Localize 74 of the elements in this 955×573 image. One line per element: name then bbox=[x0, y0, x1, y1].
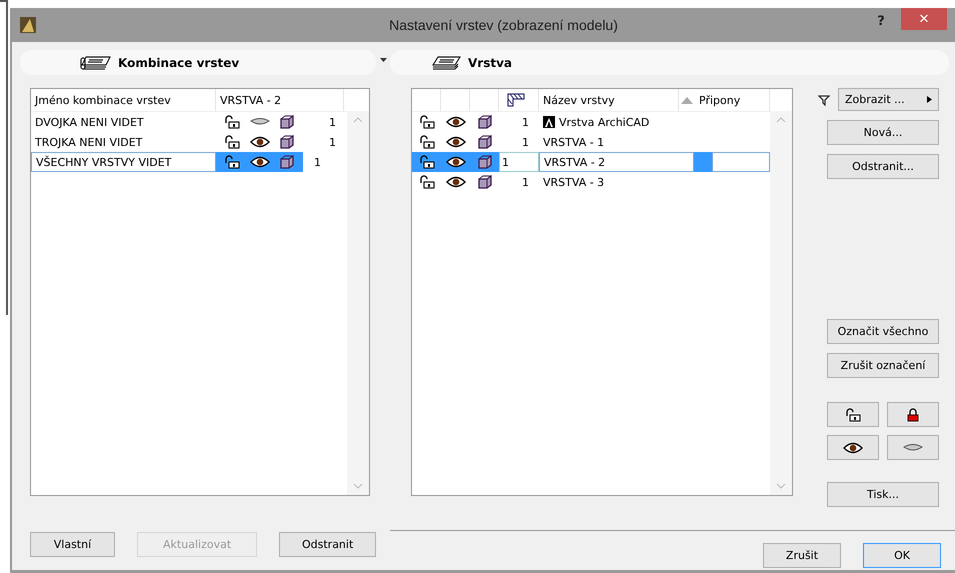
combination-name: TROJKA NENI VIDET bbox=[34, 134, 144, 150]
layer-name: Vrstva ArchiCAD bbox=[559, 116, 650, 128]
window-title: Nastavení vrstev (zobrazení modelu) bbox=[388, 17, 619, 33]
combination-name: VŠECHNY VRSTVY VIDET bbox=[31, 152, 216, 172]
pen-number: 1 bbox=[521, 134, 530, 150]
panel-title: Vrstva bbox=[468, 56, 512, 70]
unlocked-padlock-icon[interactable] bbox=[418, 155, 434, 169]
pen-number: 1 bbox=[329, 116, 337, 128]
pen-number: 1 bbox=[314, 156, 322, 168]
eye-icon[interactable] bbox=[250, 156, 270, 168]
eye-icon[interactable] bbox=[446, 156, 466, 168]
layer-name: VRSTVA - 2 bbox=[544, 156, 606, 168]
cube-icon[interactable] bbox=[280, 115, 294, 129]
combination-name: DVOJKA NENI VIDET bbox=[34, 114, 145, 130]
layer-name: VRSTVA - 3 bbox=[543, 176, 604, 188]
column-header[interactable]: Připony bbox=[695, 89, 770, 111]
cube-icon[interactable] bbox=[478, 115, 492, 129]
unlocked-padlock-icon[interactable] bbox=[418, 115, 434, 129]
unlock-all-button[interactable] bbox=[827, 402, 879, 427]
unlocked-padlock-icon[interactable] bbox=[418, 135, 434, 149]
layer-row[interactable]: 1 Vrstva ArchiCAD bbox=[412, 112, 770, 132]
help-button[interactable]: ? bbox=[861, 10, 901, 32]
app-logo-icon bbox=[543, 116, 555, 128]
combination-row[interactable]: TROJKA NENI VIDET 1 bbox=[31, 132, 347, 152]
unlocked-padlock-icon bbox=[845, 408, 861, 422]
layer-name: VRSTVA - 1 bbox=[543, 136, 604, 148]
show-menu-button[interactable]: Zobrazit ... bbox=[838, 88, 939, 111]
dialog-button[interactable]: Odstranit... bbox=[827, 154, 939, 179]
cube-icon[interactable] bbox=[478, 175, 492, 189]
dialog-button[interactable]: Zrušit označení bbox=[827, 353, 939, 378]
show-all-button[interactable] bbox=[827, 435, 879, 460]
lock-all-button[interactable] bbox=[887, 402, 939, 427]
pen-number: 1 bbox=[329, 136, 337, 148]
layer-row[interactable]: 1 VRSTVA - 1 bbox=[412, 132, 770, 152]
close-button[interactable]: × bbox=[901, 8, 947, 30]
print-button[interactable]: Tisk... bbox=[827, 482, 939, 507]
unlocked-padlock-icon[interactable] bbox=[224, 115, 240, 129]
panel-title: Kombinace vrstev bbox=[118, 56, 240, 70]
hide-all-button[interactable] bbox=[887, 435, 939, 460]
filter-icon[interactable] bbox=[818, 94, 830, 106]
dialog-button[interactable]: Odstranit bbox=[279, 532, 376, 557]
dialog-button[interactable]: Nová... bbox=[827, 120, 939, 145]
eye-icon bbox=[843, 442, 863, 454]
dialog-button[interactable]: OK bbox=[863, 543, 941, 568]
cube-icon[interactable] bbox=[280, 135, 294, 149]
dropdown-caret-icon[interactable] bbox=[380, 58, 387, 62]
padlock-icon bbox=[907, 408, 919, 422]
submenu-arrow-icon bbox=[927, 96, 932, 103]
layers-stack-icon bbox=[80, 54, 112, 70]
dialog-button[interactable]: Označit všechno bbox=[827, 319, 939, 344]
pen-number: 1 bbox=[499, 152, 539, 172]
unlocked-padlock-icon[interactable] bbox=[224, 155, 240, 169]
dialog-button[interactable]: Vlastní bbox=[30, 532, 115, 557]
combination-row[interactable]: VŠECHNY VRSTVY VIDET 1 bbox=[31, 152, 347, 172]
eye-icon[interactable] bbox=[250, 136, 270, 148]
column-header[interactable]: VRSTVA - 2 bbox=[216, 89, 344, 111]
app-logo-icon bbox=[20, 17, 36, 33]
layers-stack-icon bbox=[430, 54, 462, 70]
cube-icon[interactable] bbox=[478, 135, 492, 149]
closed-eye-icon bbox=[903, 442, 923, 454]
combination-row[interactable]: DVOJKA NENI VIDET 1 bbox=[31, 112, 347, 132]
layer-row[interactable]: 1 VRSTVA - 3 bbox=[412, 172, 770, 192]
hatch-icon[interactable] bbox=[506, 93, 524, 107]
pen-number: 1 bbox=[521, 114, 530, 130]
eye-icon[interactable] bbox=[446, 176, 466, 188]
unlocked-padlock-icon[interactable] bbox=[418, 175, 434, 189]
dialog-button[interactable]: Zrušit bbox=[763, 543, 841, 568]
column-header[interactable]: Jméno kombinace vrstev bbox=[31, 89, 216, 111]
unlocked-padlock-icon[interactable] bbox=[224, 135, 240, 149]
pen-number: 1 bbox=[521, 174, 530, 190]
layer-row[interactable]: 1 VRSTVA - 2 bbox=[412, 152, 770, 172]
column-header[interactable]: Název vrstvy bbox=[539, 89, 679, 111]
eye-icon[interactable] bbox=[446, 136, 466, 148]
eye-icon[interactable] bbox=[446, 116, 466, 128]
